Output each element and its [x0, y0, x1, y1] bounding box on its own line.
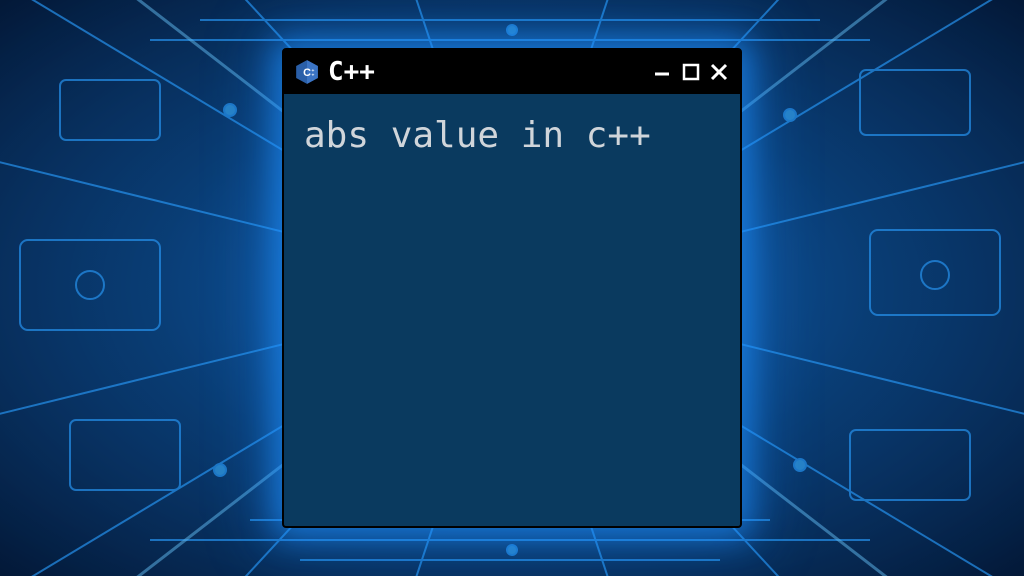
- minimize-button[interactable]: [652, 61, 674, 83]
- terminal-window: C + + C++ abs value in c++: [282, 48, 742, 528]
- terminal-content: abs value in c++: [284, 94, 740, 526]
- titlebar: C + + C++: [284, 50, 740, 94]
- window-controls: [652, 61, 730, 83]
- cpp-icon: C + +: [294, 59, 320, 85]
- close-button[interactable]: [708, 61, 730, 83]
- svg-text:C: C: [303, 67, 311, 79]
- window-title: C++: [328, 57, 644, 87]
- maximize-button[interactable]: [680, 61, 702, 83]
- svg-text:+: +: [312, 73, 315, 78]
- body-text: abs value in c++: [304, 115, 651, 156]
